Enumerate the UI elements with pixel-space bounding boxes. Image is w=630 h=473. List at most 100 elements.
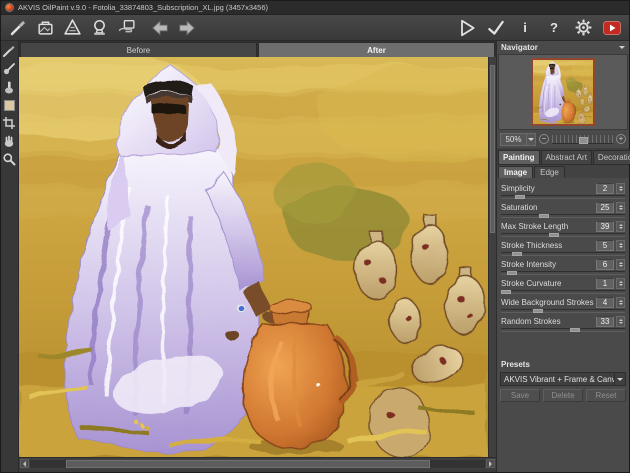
param-value-input[interactable]: 4 <box>596 297 614 308</box>
zoom-out-button[interactable]: − <box>539 134 549 144</box>
slider-handle[interactable] <box>570 328 580 332</box>
preset-buttons: Save Delete Reset <box>500 389 626 402</box>
share-button[interactable] <box>115 17 137 39</box>
slider-handle[interactable] <box>507 271 517 275</box>
canvas-image[interactable] <box>19 57 488 457</box>
param-slider[interactable] <box>501 214 625 218</box>
param-label: Saturation <box>501 203 594 212</box>
presets-title: Presets <box>497 358 629 371</box>
param-slider[interactable] <box>501 252 625 256</box>
preset-selected-value: AKVIS Vibrant + Frame & Canvas* <box>501 375 614 384</box>
tab-before[interactable]: Before <box>20 42 257 57</box>
param-slider[interactable] <box>501 195 625 199</box>
param-slider[interactable] <box>501 233 625 237</box>
smudge-brush-tool[interactable] <box>1 61 17 77</box>
finger-smudge-tool[interactable] <box>1 79 17 95</box>
crop-tool[interactable] <box>1 115 17 131</box>
navigator-thumbnail[interactable] <box>531 58 595 126</box>
redo-button[interactable] <box>176 17 198 39</box>
tab-image[interactable]: Image <box>498 166 533 178</box>
preview-brush-tool[interactable] <box>1 43 17 59</box>
zoom-slider-handle[interactable] <box>579 137 588 144</box>
help-button[interactable]: ? <box>543 17 565 39</box>
param-value-input[interactable]: 5 <box>596 240 614 251</box>
undo-button[interactable] <box>149 17 171 39</box>
brush-tool-icon[interactable] <box>7 17 29 39</box>
canvas-zone: Before After <box>19 41 496 472</box>
param-spinner[interactable] <box>616 240 625 251</box>
param-slider[interactable] <box>501 271 625 275</box>
param-stroke-curvature: Stroke Curvature1 <box>501 277 625 294</box>
app-logo-icon <box>5 3 14 12</box>
param-spinner[interactable] <box>616 221 625 232</box>
param-saturation: Saturation25 <box>501 201 625 218</box>
tab-edge[interactable]: Edge <box>534 166 565 178</box>
param-value-input[interactable]: 6 <box>596 259 614 270</box>
preferences-button[interactable] <box>572 17 594 39</box>
param-value-input[interactable]: 1 <box>596 278 614 289</box>
save-image-button[interactable] <box>61 17 83 39</box>
param-value-input[interactable]: 25 <box>596 202 614 213</box>
swatch-color <box>4 100 15 111</box>
param-slider[interactable] <box>501 309 625 313</box>
delete-preset-button[interactable]: Delete <box>543 389 583 402</box>
canvas-row <box>19 57 496 457</box>
param-label: Max Stroke Length <box>501 222 594 231</box>
video-tutorial-button[interactable] <box>601 17 623 39</box>
param-spinner[interactable] <box>616 297 625 308</box>
zoom-slider[interactable] <box>552 135 613 144</box>
run-button[interactable] <box>456 17 478 39</box>
hand-tool[interactable] <box>1 133 17 149</box>
preset-dropdown[interactable]: AKVIS Vibrant + Frame & Canvas* <box>500 372 626 386</box>
save-preset-button[interactable]: Save <box>500 389 540 402</box>
param-value-input[interactable]: 33 <box>596 316 614 327</box>
param-label: Stroke Thickness <box>501 241 594 250</box>
param-max-stroke-length: Max Stroke Length39 <box>501 220 625 237</box>
vertical-scrollbar[interactable] <box>488 57 496 457</box>
reset-preset-button[interactable]: Reset <box>586 389 626 402</box>
zoom-level-dropdown[interactable]: 50% <box>500 133 536 146</box>
apply-button[interactable] <box>485 17 507 39</box>
param-spinner[interactable] <box>616 316 625 327</box>
horizontal-scroll-thumb[interactable] <box>66 460 430 468</box>
param-label: Random Strokes <box>501 317 594 326</box>
open-image-button[interactable] <box>34 17 56 39</box>
video-play-icon <box>603 21 621 35</box>
print-button[interactable] <box>88 17 110 39</box>
tab-decoration[interactable]: Decoration <box>593 150 630 164</box>
param-slider[interactable] <box>501 290 625 294</box>
scroll-right-arrow[interactable] <box>486 459 495 468</box>
zoom-tool[interactable] <box>1 151 17 167</box>
param-slider[interactable] <box>501 328 625 332</box>
help-icon: ? <box>550 21 558 34</box>
tab-abstract-art[interactable]: Abstract Art <box>541 150 592 164</box>
horizontal-scroll-track[interactable] <box>30 460 485 468</box>
navigator-collapse-icon[interactable] <box>619 46 625 52</box>
param-spinner[interactable] <box>616 183 625 194</box>
color-swatch[interactable] <box>1 97 17 113</box>
slider-handle[interactable] <box>515 195 525 199</box>
param-spinner[interactable] <box>616 278 625 289</box>
presets-section: Presets AKVIS Vibrant + Frame & Canvas* … <box>497 358 629 405</box>
slider-handle[interactable] <box>533 309 543 313</box>
slider-handle[interactable] <box>539 214 549 218</box>
tab-painting[interactable]: Painting <box>498 150 540 164</box>
info-button[interactable]: i <box>514 17 536 39</box>
param-spinner[interactable] <box>616 202 625 213</box>
param-random-strokes: Random Strokes33 <box>501 315 625 332</box>
zoom-in-button[interactable]: + <box>616 134 626 144</box>
param-value-input[interactable]: 39 <box>596 221 614 232</box>
main-area: Before After <box>1 41 629 472</box>
slider-handle[interactable] <box>549 233 559 237</box>
history-tool-group <box>149 17 198 39</box>
horizontal-scrollbar[interactable] <box>19 457 496 469</box>
param-label: Stroke Intensity <box>501 260 594 269</box>
scroll-left-arrow[interactable] <box>20 459 29 468</box>
vertical-scroll-thumb[interactable] <box>490 65 495 233</box>
param-spinner[interactable] <box>616 259 625 270</box>
param-value-input[interactable]: 2 <box>596 183 614 194</box>
param-label: Stroke Curvature <box>501 279 594 288</box>
slider-handle[interactable] <box>501 290 511 294</box>
tab-after[interactable]: After <box>258 42 495 57</box>
slider-handle[interactable] <box>512 252 522 256</box>
